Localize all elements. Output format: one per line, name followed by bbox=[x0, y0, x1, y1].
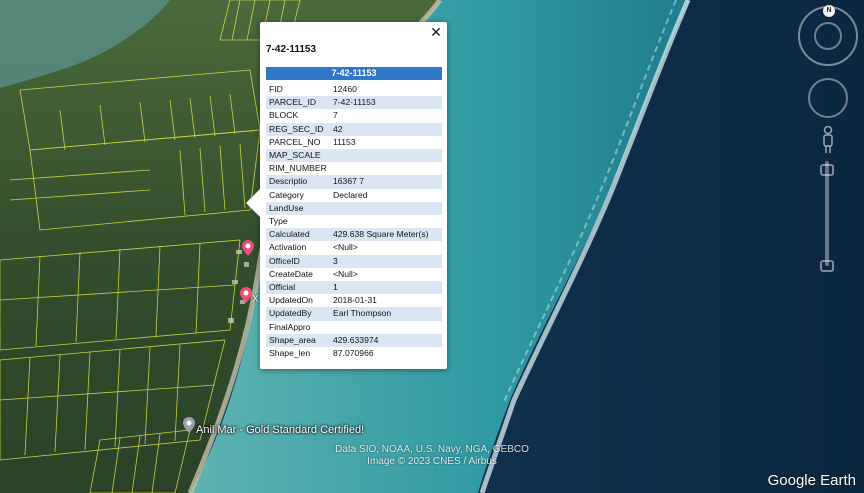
attribute-key: LandUse bbox=[269, 202, 304, 213]
popup-pointer bbox=[246, 189, 260, 217]
attribute-key: BLOCK bbox=[269, 110, 299, 121]
attribute-value: 16367 7 bbox=[333, 176, 365, 187]
attribute-value: 11153 bbox=[333, 136, 356, 147]
compass-north-icon[interactable]: N bbox=[823, 5, 835, 17]
attribute-row: BLOCK 7 bbox=[266, 109, 442, 122]
attribute-row: PARCEL_NO 11153 bbox=[266, 136, 442, 149]
attribute-value: 87.070966 bbox=[333, 348, 374, 359]
attribute-value: 1 bbox=[333, 282, 338, 293]
popup-title: 7-42-11153 bbox=[266, 44, 317, 55]
attribute-row: REG_SEC_ID 42 bbox=[266, 122, 442, 136]
attribute-value: <Null> bbox=[333, 268, 358, 279]
zoom-in-button[interactable] bbox=[820, 164, 834, 176]
attribute-value: 2018-01-31 bbox=[333, 295, 377, 306]
attribute-row: Shape_len 87.070966 bbox=[266, 347, 442, 360]
attribute-row: CreateDate <Null> bbox=[266, 268, 442, 281]
attribute-row: MAP_SCALE bbox=[266, 149, 442, 163]
compass-ring[interactable]: N bbox=[798, 5, 858, 66]
attribute-row: PARCEL_ID 7-42-11153 bbox=[266, 96, 442, 110]
parcel-info-popup: ✕ 7-42-11153 7-42-11153 FID 12460 PARCEL_I… bbox=[246, 22, 447, 369]
attribute-value: Declared bbox=[333, 189, 368, 200]
attribute-row: Category Declared bbox=[266, 189, 442, 202]
poi-marker-icon[interactable] bbox=[240, 287, 252, 303]
attribute-row: Type bbox=[266, 215, 442, 228]
attribute-key: Category bbox=[269, 189, 304, 200]
place-label[interactable]: Anil Mar - Gold Standard Certified! bbox=[196, 424, 364, 436]
attribute-row: Descriptio 16367 7 bbox=[266, 175, 442, 189]
attribute-key: MAP_SCALE bbox=[269, 150, 321, 161]
attribute-row: UpdatedOn 2018-01-31 bbox=[266, 294, 442, 307]
attribute-row: Calculated 429.638 Square Meter(s) bbox=[266, 228, 442, 242]
attribute-value: <Null> bbox=[333, 242, 358, 253]
poi-marker-label: X bbox=[252, 294, 259, 305]
look-joystick[interactable] bbox=[808, 78, 848, 118]
attribute-key: Activation bbox=[269, 242, 307, 253]
attribution-image: Image © 2023 CNES / Airbus bbox=[367, 456, 497, 467]
attribute-value bbox=[330, 215, 442, 228]
attribute-row: Shape_area 429.633974 bbox=[266, 333, 442, 348]
attribute-key: RIM_NUMBER bbox=[269, 163, 327, 174]
attribute-row: FinalAppro bbox=[266, 321, 442, 334]
attribute-row: Activation <Null> bbox=[266, 241, 442, 254]
poi-marker-icon[interactable] bbox=[242, 240, 254, 256]
attribute-key: Shape_len bbox=[269, 348, 311, 359]
close-icon[interactable]: ✕ bbox=[429, 25, 443, 39]
attribute-key: Type bbox=[269, 216, 288, 227]
attribute-value: 429.638 Square Meter(s) bbox=[333, 229, 429, 240]
attribute-key: PARCEL_NO bbox=[269, 136, 321, 147]
google-earth-logo: Google Earth bbox=[767, 472, 856, 489]
attribute-value bbox=[330, 162, 442, 175]
pegman-icon[interactable] bbox=[822, 126, 834, 154]
attribute-row: LandUse bbox=[266, 201, 442, 216]
attribute-key: CreateDate bbox=[269, 268, 313, 279]
attribute-value: 3 bbox=[333, 255, 338, 266]
attribute-value: 429.633974 bbox=[333, 334, 379, 345]
attribute-row: OfficeID 3 bbox=[266, 254, 442, 268]
attribute-key: REG_SEC_ID bbox=[269, 123, 324, 134]
attribute-row: UpdatedBy Earl Thompson bbox=[266, 307, 442, 321]
attribute-value bbox=[330, 321, 442, 334]
attribute-key: UpdatedBy bbox=[269, 308, 312, 319]
attribution-data: Data SIO, NOAA, U.S. Navy, NGA, GEBCO bbox=[335, 444, 529, 455]
map-attribution: Data SIO, NOAA, U.S. Navy, NGA, GEBCO Im… bbox=[332, 444, 532, 468]
attribute-key: UpdatedOn bbox=[269, 295, 313, 306]
zoom-out-button[interactable] bbox=[820, 260, 834, 272]
attribute-row: RIM_NUMBER bbox=[266, 162, 442, 175]
attribute-value bbox=[330, 202, 442, 215]
attribute-key: Shape_area bbox=[269, 334, 316, 345]
attribute-key: Calculated bbox=[269, 229, 310, 240]
attribute-key: PARCEL_ID bbox=[269, 97, 317, 108]
attribute-key: OfficeID bbox=[269, 255, 300, 266]
attribute-row: FID 12460 bbox=[266, 83, 442, 96]
attribute-key: Descriptio bbox=[269, 176, 308, 187]
attribute-value: 12460 bbox=[333, 84, 357, 94]
attribute-key: FID bbox=[269, 84, 283, 94]
popup-table-header: 7-42-11153 bbox=[266, 67, 442, 80]
attribute-row: Official 1 bbox=[266, 281, 442, 295]
attribute-value: 42 bbox=[333, 123, 343, 134]
compass-inner[interactable] bbox=[814, 22, 842, 50]
attribute-value: 7 bbox=[333, 110, 338, 121]
attribute-value bbox=[330, 149, 442, 162]
attribute-table: FID 12460 PARCEL_ID 7-42-11153 BLOCK 7 REG_SEC… bbox=[266, 83, 442, 360]
attribute-value: 7-42-11153 bbox=[333, 97, 376, 108]
attribute-key: Official bbox=[269, 282, 296, 293]
attribute-key: FinalAppro bbox=[269, 321, 311, 332]
place-pin-icon[interactable] bbox=[183, 417, 195, 433]
zoom-slider[interactable] bbox=[825, 161, 829, 266]
attribute-value: Earl Thompson bbox=[333, 308, 392, 319]
